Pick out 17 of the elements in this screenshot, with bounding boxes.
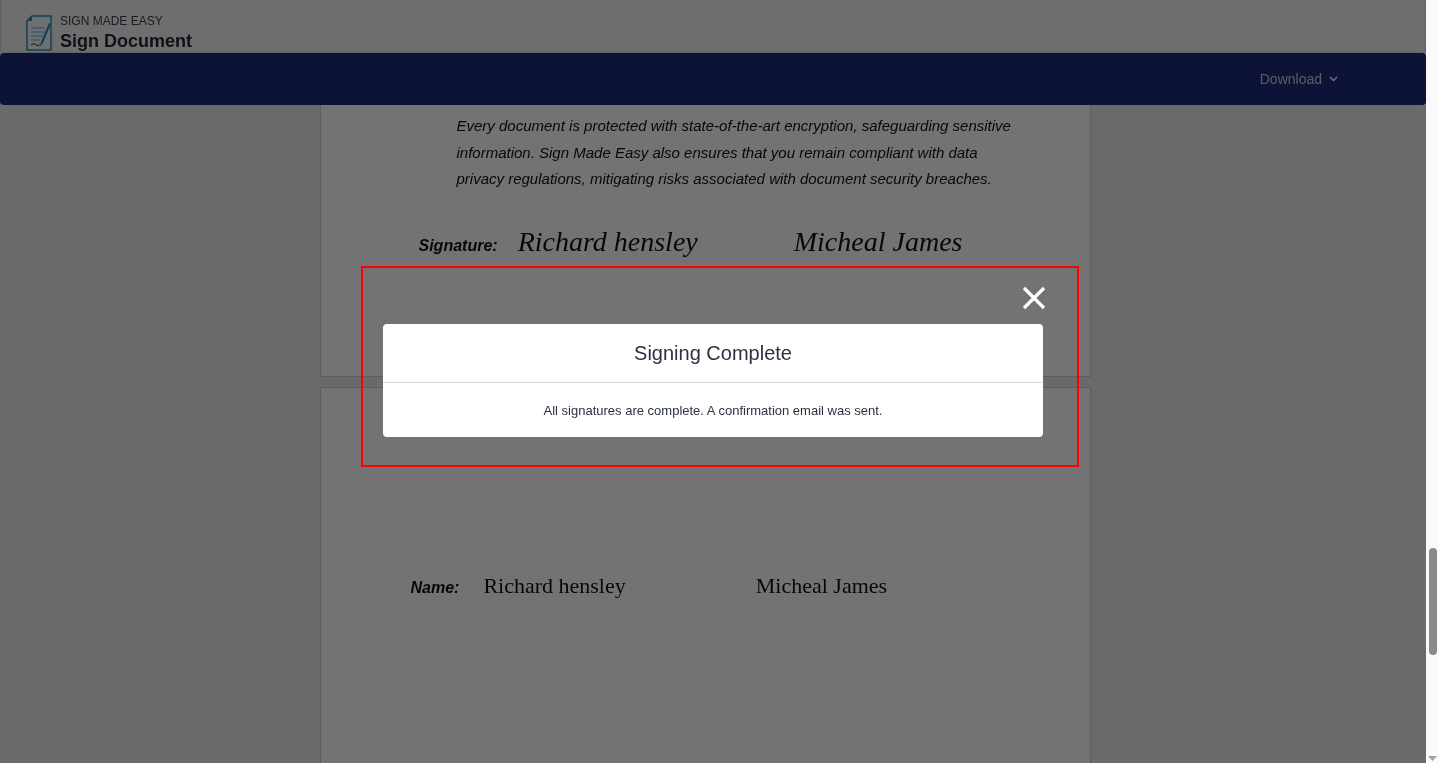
page-title: Sign Document xyxy=(60,30,192,52)
signature: Micheal James xyxy=(793,226,963,259)
caret-icon xyxy=(1329,76,1338,82)
signature-label: Signature: xyxy=(418,237,498,256)
signer-name: Micheal James xyxy=(755,573,888,599)
close-icon[interactable] xyxy=(1022,286,1046,310)
document-paragraph: Every document is protected with state-of-the-art encryption, safeguarding sensitive information. Sign Made Easy also ensures that you remain compliant with data privacy regulations, mitigating risks associated with document security breaches. xyxy=(456,116,1012,190)
scrollbar[interactable] xyxy=(1426,0,1439,763)
download-menu[interactable]: Download xyxy=(1259,67,1338,91)
signature: Richard hensley xyxy=(517,226,698,259)
name-label: Name: xyxy=(410,579,460,597)
app-brand: SIGN MADE EASY xyxy=(60,14,164,28)
scrollbar-thumb[interactable] xyxy=(1429,548,1437,655)
dialog-title: Signing Complete xyxy=(383,324,1043,383)
signer-name: Richard hensley xyxy=(483,573,626,599)
dialog-message: All signatures are complete. A confirmation email was sent. xyxy=(542,401,884,420)
scroll-down-icon[interactable] xyxy=(1428,756,1437,761)
